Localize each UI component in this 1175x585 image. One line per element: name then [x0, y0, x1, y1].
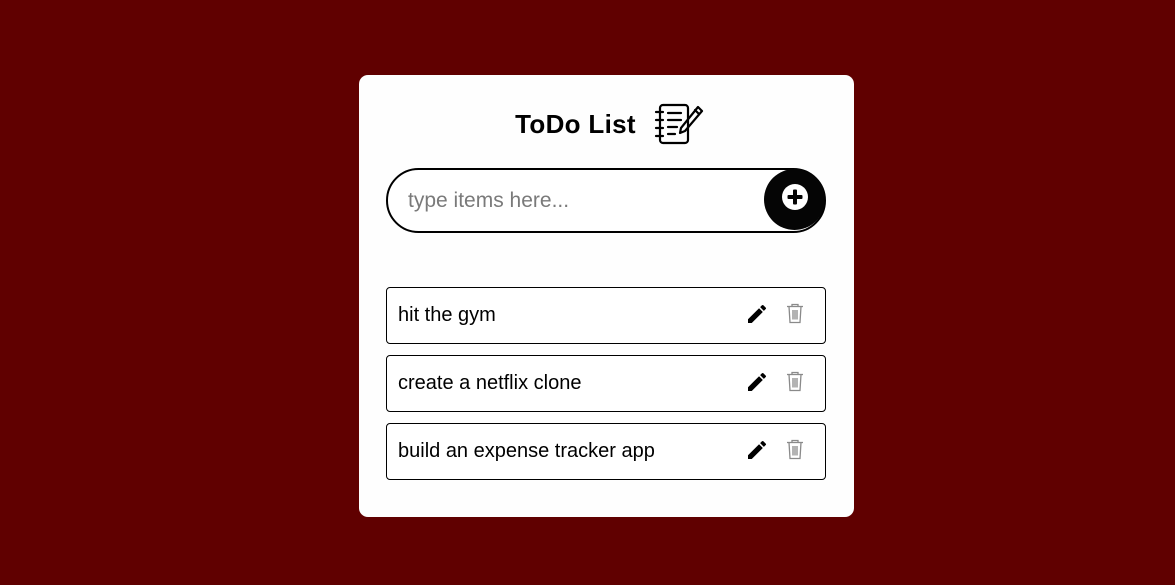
page-title: ToDo List	[515, 108, 636, 139]
todo-text: create a netflix clone	[398, 372, 582, 394]
trash-icon[interactable]	[785, 438, 805, 460]
list-item: build an expense tracker app	[386, 423, 826, 480]
todo-list: hit the gym create a netflix clone build…	[386, 287, 826, 491]
add-item-form	[386, 168, 826, 233]
add-item-button[interactable]	[764, 169, 825, 230]
item-input[interactable]	[408, 170, 758, 231]
pencil-icon[interactable]	[745, 370, 769, 394]
trash-icon[interactable]	[785, 370, 805, 392]
list-item: hit the gym	[386, 287, 826, 344]
trash-icon[interactable]	[785, 302, 805, 324]
header: ToDo List	[359, 101, 854, 147]
todo-text: hit the gym	[398, 304, 496, 326]
todo-text: build an expense tracker app	[398, 440, 655, 462]
todo-card: ToDo List type items here... hit the gym…	[359, 75, 854, 517]
pencil-icon[interactable]	[745, 302, 769, 326]
list-item: create a netflix clone	[386, 355, 826, 412]
pencil-icon[interactable]	[745, 438, 769, 462]
notebook-pen-icon	[654, 101, 704, 147]
plus-circle-icon	[781, 183, 809, 216]
